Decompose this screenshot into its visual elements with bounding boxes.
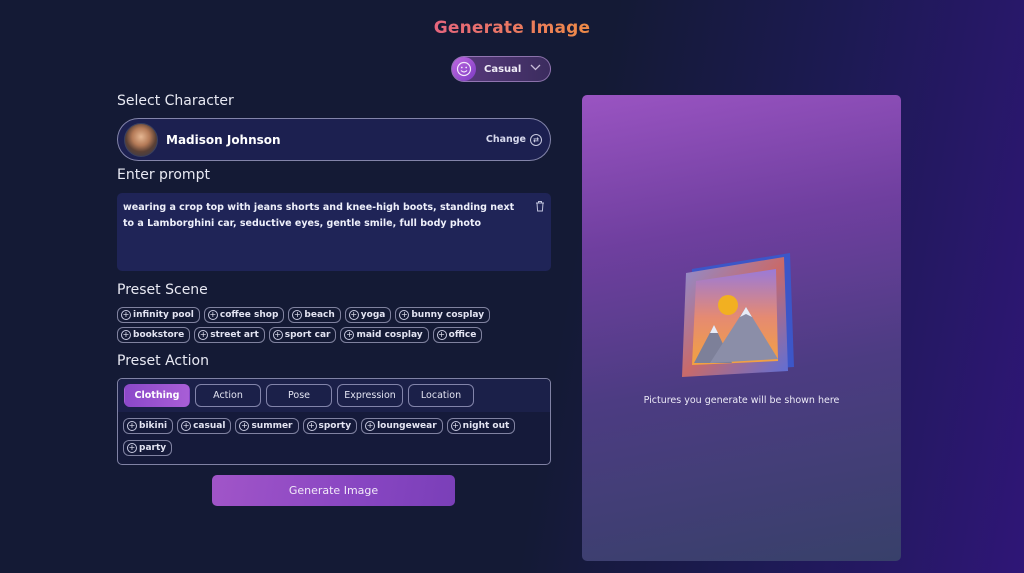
chip-label: night out [462,421,510,431]
swap-icon: ⇄ [530,133,542,146]
generate-image-button[interactable]: Generate Image [212,475,455,506]
preview-placeholder-text: Pictures you generate will be shown here [643,395,840,406]
plus-circle-icon: + [272,330,283,340]
chip-sporty[interactable]: + sporty [302,418,358,434]
page-title: Generate Image [0,18,1024,38]
chip-yoga[interactable]: + yoga [344,307,392,323]
chip-beach[interactable]: + beach [288,307,341,323]
plus-circle-icon: + [348,310,359,320]
chip-label: sport car [284,330,331,340]
chip-bookstore[interactable]: + bookstore [117,327,191,343]
plus-circle-icon: + [292,310,303,320]
chip-bikini[interactable]: + bikini [123,418,174,434]
plus-circle-icon: + [121,330,131,340]
tab-expression[interactable]: Expression [337,384,403,407]
plus-circle-icon: + [450,421,461,431]
change-character-button[interactable]: Change ⇄ [485,133,542,146]
preset-action-list: + bikini + casual + summer + sporty + loungewear +… [118,412,552,456]
tab-pose[interactable]: Pose [266,384,332,407]
preset-scene-label: Preset Scene [117,282,208,298]
mood-label: Casual [484,63,522,75]
chip-label: sporty [318,421,352,431]
character-name: Madison Johnson [166,132,281,147]
chip-label: office [448,330,477,340]
chip-label: bunny cosplay [411,310,485,320]
plus-circle-icon: + [121,310,131,320]
trash-icon[interactable] [535,200,545,217]
select-character-label: Select Character [117,93,234,109]
plus-circle-icon: + [344,330,355,340]
tab-clothing[interactable]: Clothing [124,384,190,407]
chip-label: summer [251,421,293,431]
chip-label: yoga [360,310,386,320]
chip-maid-cosplay[interactable]: + maid cosplay [340,327,429,343]
plus-circle-icon: + [399,310,410,320]
prompt-text: wearing a crop top with jeans shorts and… [123,202,515,229]
chevron-down-icon [530,64,541,74]
chip-label: party [139,443,167,453]
chip-party[interactable]: + party [123,440,173,456]
chip-sport-car[interactable]: + sport car [268,327,337,343]
chip-street-art[interactable]: + street art [194,327,265,343]
chip-label: maid cosplay [356,330,423,340]
preset-scene-list: + infinity pool + coffee shop + beach + yoga + bu… [117,307,557,343]
change-label: Change [485,134,526,145]
chip-loungewear[interactable]: + loungewear [361,418,443,434]
preset-action-label: Preset Action [117,353,209,369]
chip-bunny-cosplay[interactable]: + bunny cosplay [395,307,491,323]
plus-circle-icon: + [239,421,250,431]
chip-label: loungewear [377,421,437,431]
plus-circle-icon: + [436,330,447,340]
chip-office[interactable]: + office [432,327,483,343]
preset-action-tabs: Clothing Action Pose Expression Location [118,379,550,412]
plus-circle-icon: + [127,421,137,431]
enter-prompt-label: Enter prompt [117,167,210,183]
chip-label: street art [210,330,259,340]
chip-label: casual [193,421,226,431]
mood-dropdown[interactable]: Casual [451,56,551,82]
chip-casual[interactable]: + casual [177,418,232,434]
plus-circle-icon: + [198,330,209,340]
plus-circle-icon: + [181,421,192,431]
chip-label: coffee shop [219,310,279,320]
chip-night-out[interactable]: + night out [446,418,516,434]
image-frame-icon [680,247,800,387]
plus-circle-icon: + [127,443,137,453]
preset-action-panel: Clothing Action Pose Expression Location + bi… [117,378,551,465]
chip-label: bookstore [133,330,185,340]
chip-coffee-shop[interactable]: + coffee shop [203,307,285,323]
plus-circle-icon: + [306,421,317,431]
plus-circle-icon: + [207,310,218,320]
chip-label: beach [304,310,335,320]
chip-summer[interactable]: + summer [235,418,299,434]
plus-circle-icon: + [365,421,376,431]
chip-infinity-pool[interactable]: + infinity pool [117,307,200,323]
tab-action[interactable]: Action [195,384,261,407]
character-selector[interactable]: Madison Johnson Change ⇄ [117,118,551,161]
avatar [124,122,158,157]
tab-location[interactable]: Location [408,384,474,407]
chip-label: infinity pool [133,310,194,320]
image-preview-panel: Pictures you generate will be shown here [582,95,901,561]
smiley-icon [452,57,476,81]
prompt-textarea[interactable]: wearing a crop top with jeans shorts and… [117,193,551,271]
chip-label: bikini [139,421,168,431]
